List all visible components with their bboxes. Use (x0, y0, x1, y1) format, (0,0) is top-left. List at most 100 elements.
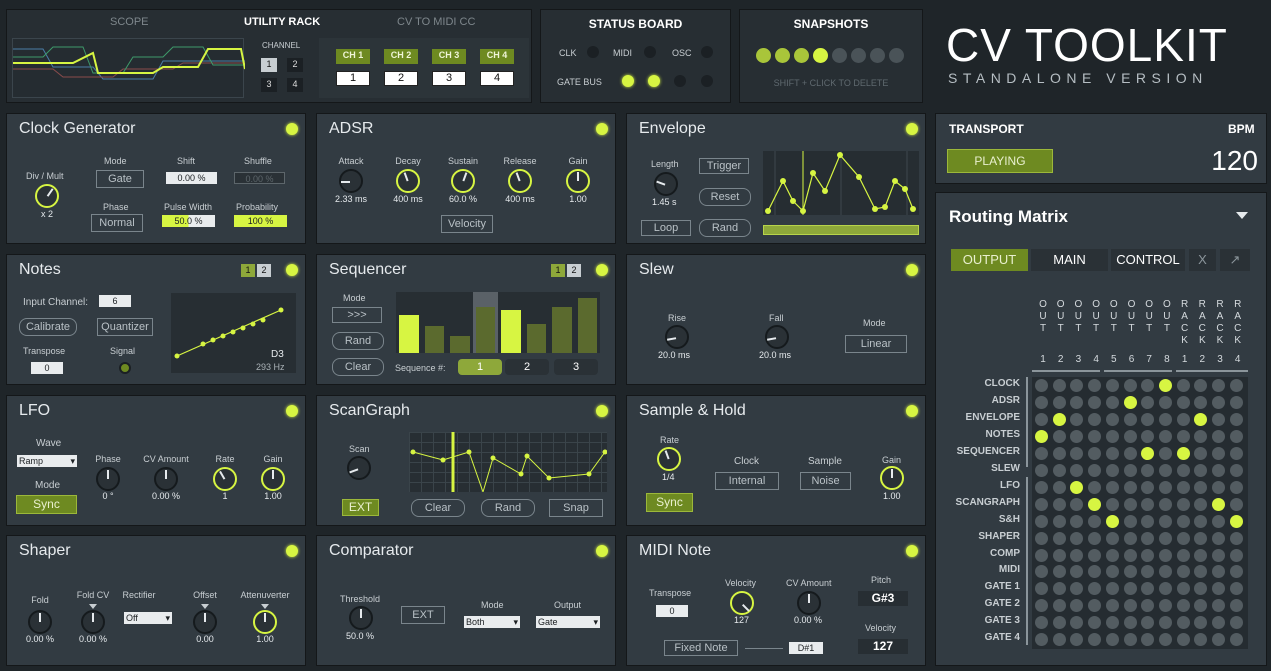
routing-cell[interactable] (1035, 565, 1048, 579)
routing-cell[interactable] (1229, 497, 1243, 511)
seq-step-bar[interactable] (552, 307, 572, 353)
scan-snap-button[interactable]: Snap (549, 499, 603, 517)
routing-cell[interactable] (1035, 548, 1048, 562)
sh-clock-box[interactable]: Internal (715, 472, 779, 490)
routing-cell-active[interactable] (1052, 412, 1066, 426)
playing-button[interactable]: PLAYING (947, 149, 1053, 173)
tab-output[interactable]: OUTPUT (951, 249, 1028, 271)
sh-rate-knob[interactable] (657, 447, 681, 471)
seq-step-bar[interactable] (577, 298, 597, 353)
routing-cell[interactable] (1123, 463, 1137, 477)
notes-tab-2[interactable]: 2 (257, 264, 271, 277)
seq-1-button[interactable]: 1 (458, 359, 502, 375)
routing-cell[interactable] (1052, 429, 1066, 443)
routing-cell[interactable] (1229, 633, 1243, 647)
routing-cell[interactable] (1212, 582, 1225, 596)
routing-cell-active[interactable] (1229, 514, 1243, 528)
routing-cell[interactable] (1070, 446, 1084, 460)
midi-note-led[interactable] (906, 545, 918, 557)
phase-box[interactable]: Normal (91, 214, 143, 232)
routing-cell[interactable] (1176, 633, 1190, 647)
routing-cell[interactable] (1052, 446, 1066, 460)
routing-cell[interactable] (1229, 446, 1243, 460)
routing-cell[interactable] (1176, 497, 1190, 511)
probability-field[interactable]: 100 % (234, 215, 287, 227)
routing-cell[interactable] (1158, 565, 1172, 579)
snapshot-slot-filled[interactable] (794, 48, 809, 63)
lfo-gain-knob[interactable] (261, 467, 285, 491)
routing-cell[interactable] (1035, 616, 1048, 630)
notes-led[interactable] (286, 264, 298, 276)
routing-cell[interactable] (1105, 480, 1119, 494)
routing-cell[interactable] (1123, 633, 1137, 647)
routing-cell[interactable] (1141, 531, 1155, 545)
routing-cell[interactable] (1070, 582, 1084, 596)
routing-cell[interactable] (1229, 616, 1243, 630)
seq-rand-button[interactable]: Rand (332, 332, 384, 350)
routing-cell[interactable] (1070, 565, 1084, 579)
routing-cell[interactable] (1123, 565, 1137, 579)
seq-2-button[interactable]: 2 (505, 359, 549, 375)
routing-cell[interactable] (1070, 514, 1084, 528)
seq-step-bar[interactable] (424, 326, 444, 353)
routing-cell[interactable] (1194, 446, 1208, 460)
quantizer-button[interactable]: Quantizer (97, 318, 153, 336)
routing-cell[interactable] (1158, 463, 1172, 477)
shuffle-field[interactable]: 0.00 % (234, 172, 285, 184)
lfo-sync-button[interactable]: Sync (16, 495, 77, 514)
routing-cell[interactable] (1176, 565, 1190, 579)
shaper-attenuverter-knob[interactable] (253, 610, 277, 634)
routing-cell[interactable] (1194, 395, 1208, 409)
routing-cell[interactable] (1035, 446, 1048, 460)
routing-cell[interactable] (1035, 463, 1048, 477)
routing-cell[interactable] (1212, 599, 1225, 613)
tab-utility-rack[interactable]: UTILITY RACK (244, 16, 320, 28)
routing-cell[interactable] (1194, 633, 1208, 647)
routing-cell[interactable] (1176, 379, 1190, 392)
routing-cell[interactable] (1141, 599, 1155, 613)
routing-cell[interactable] (1035, 599, 1048, 613)
routing-cell-active[interactable] (1070, 480, 1084, 494)
routing-cell[interactable] (1052, 497, 1066, 511)
routing-cell[interactable] (1229, 480, 1243, 494)
routing-cell[interactable] (1052, 616, 1066, 630)
routing-cell[interactable] (1052, 395, 1066, 409)
routing-cell[interactable] (1123, 429, 1137, 443)
routing-cell[interactable] (1070, 379, 1084, 392)
routing-cell[interactable] (1052, 514, 1066, 528)
scan-clear-button[interactable]: Clear (411, 499, 465, 517)
adsr-release-knob[interactable] (508, 169, 532, 193)
mn-cv-knob[interactable] (797, 591, 821, 615)
routing-cell-active[interactable] (1141, 446, 1155, 460)
routing-cell[interactable] (1035, 480, 1048, 494)
routing-cell[interactable] (1229, 565, 1243, 579)
routing-cell[interactable] (1194, 616, 1208, 630)
routing-cell[interactable] (1070, 497, 1084, 511)
shift-field[interactable]: 0.00 % (166, 172, 217, 184)
transpose-field[interactable]: 0 (31, 362, 63, 374)
routing-cell[interactable] (1052, 480, 1066, 494)
routing-cell[interactable] (1229, 412, 1243, 426)
routing-cell[interactable] (1035, 514, 1048, 528)
routing-cell[interactable] (1212, 463, 1225, 477)
snapshot-slot-empty[interactable] (889, 48, 904, 63)
routing-cell[interactable] (1176, 514, 1190, 528)
routing-cell[interactable] (1176, 412, 1190, 426)
threshold-knob[interactable] (349, 606, 373, 630)
routing-cell[interactable] (1105, 565, 1119, 579)
slew-mode-box[interactable]: Linear (845, 335, 907, 353)
routing-cell[interactable] (1052, 633, 1066, 647)
routing-cell[interactable] (1105, 633, 1119, 647)
routing-cell[interactable] (1035, 531, 1048, 545)
bpm-value[interactable]: 120 (1186, 145, 1258, 177)
comp-output-select[interactable]: Gate (536, 616, 600, 628)
channel-3-button[interactable]: 3 (261, 78, 277, 92)
routing-cell[interactable] (1141, 463, 1155, 477)
routing-cell[interactable] (1158, 412, 1172, 426)
routing-cell[interactable] (1194, 497, 1208, 511)
cc-ch3-value[interactable]: 3 (432, 71, 466, 86)
routing-cell[interactable] (1088, 480, 1102, 494)
seq-tab-1[interactable]: 1 (551, 264, 565, 277)
routing-cell[interactable] (1105, 548, 1119, 562)
routing-cell[interactable] (1212, 395, 1225, 409)
